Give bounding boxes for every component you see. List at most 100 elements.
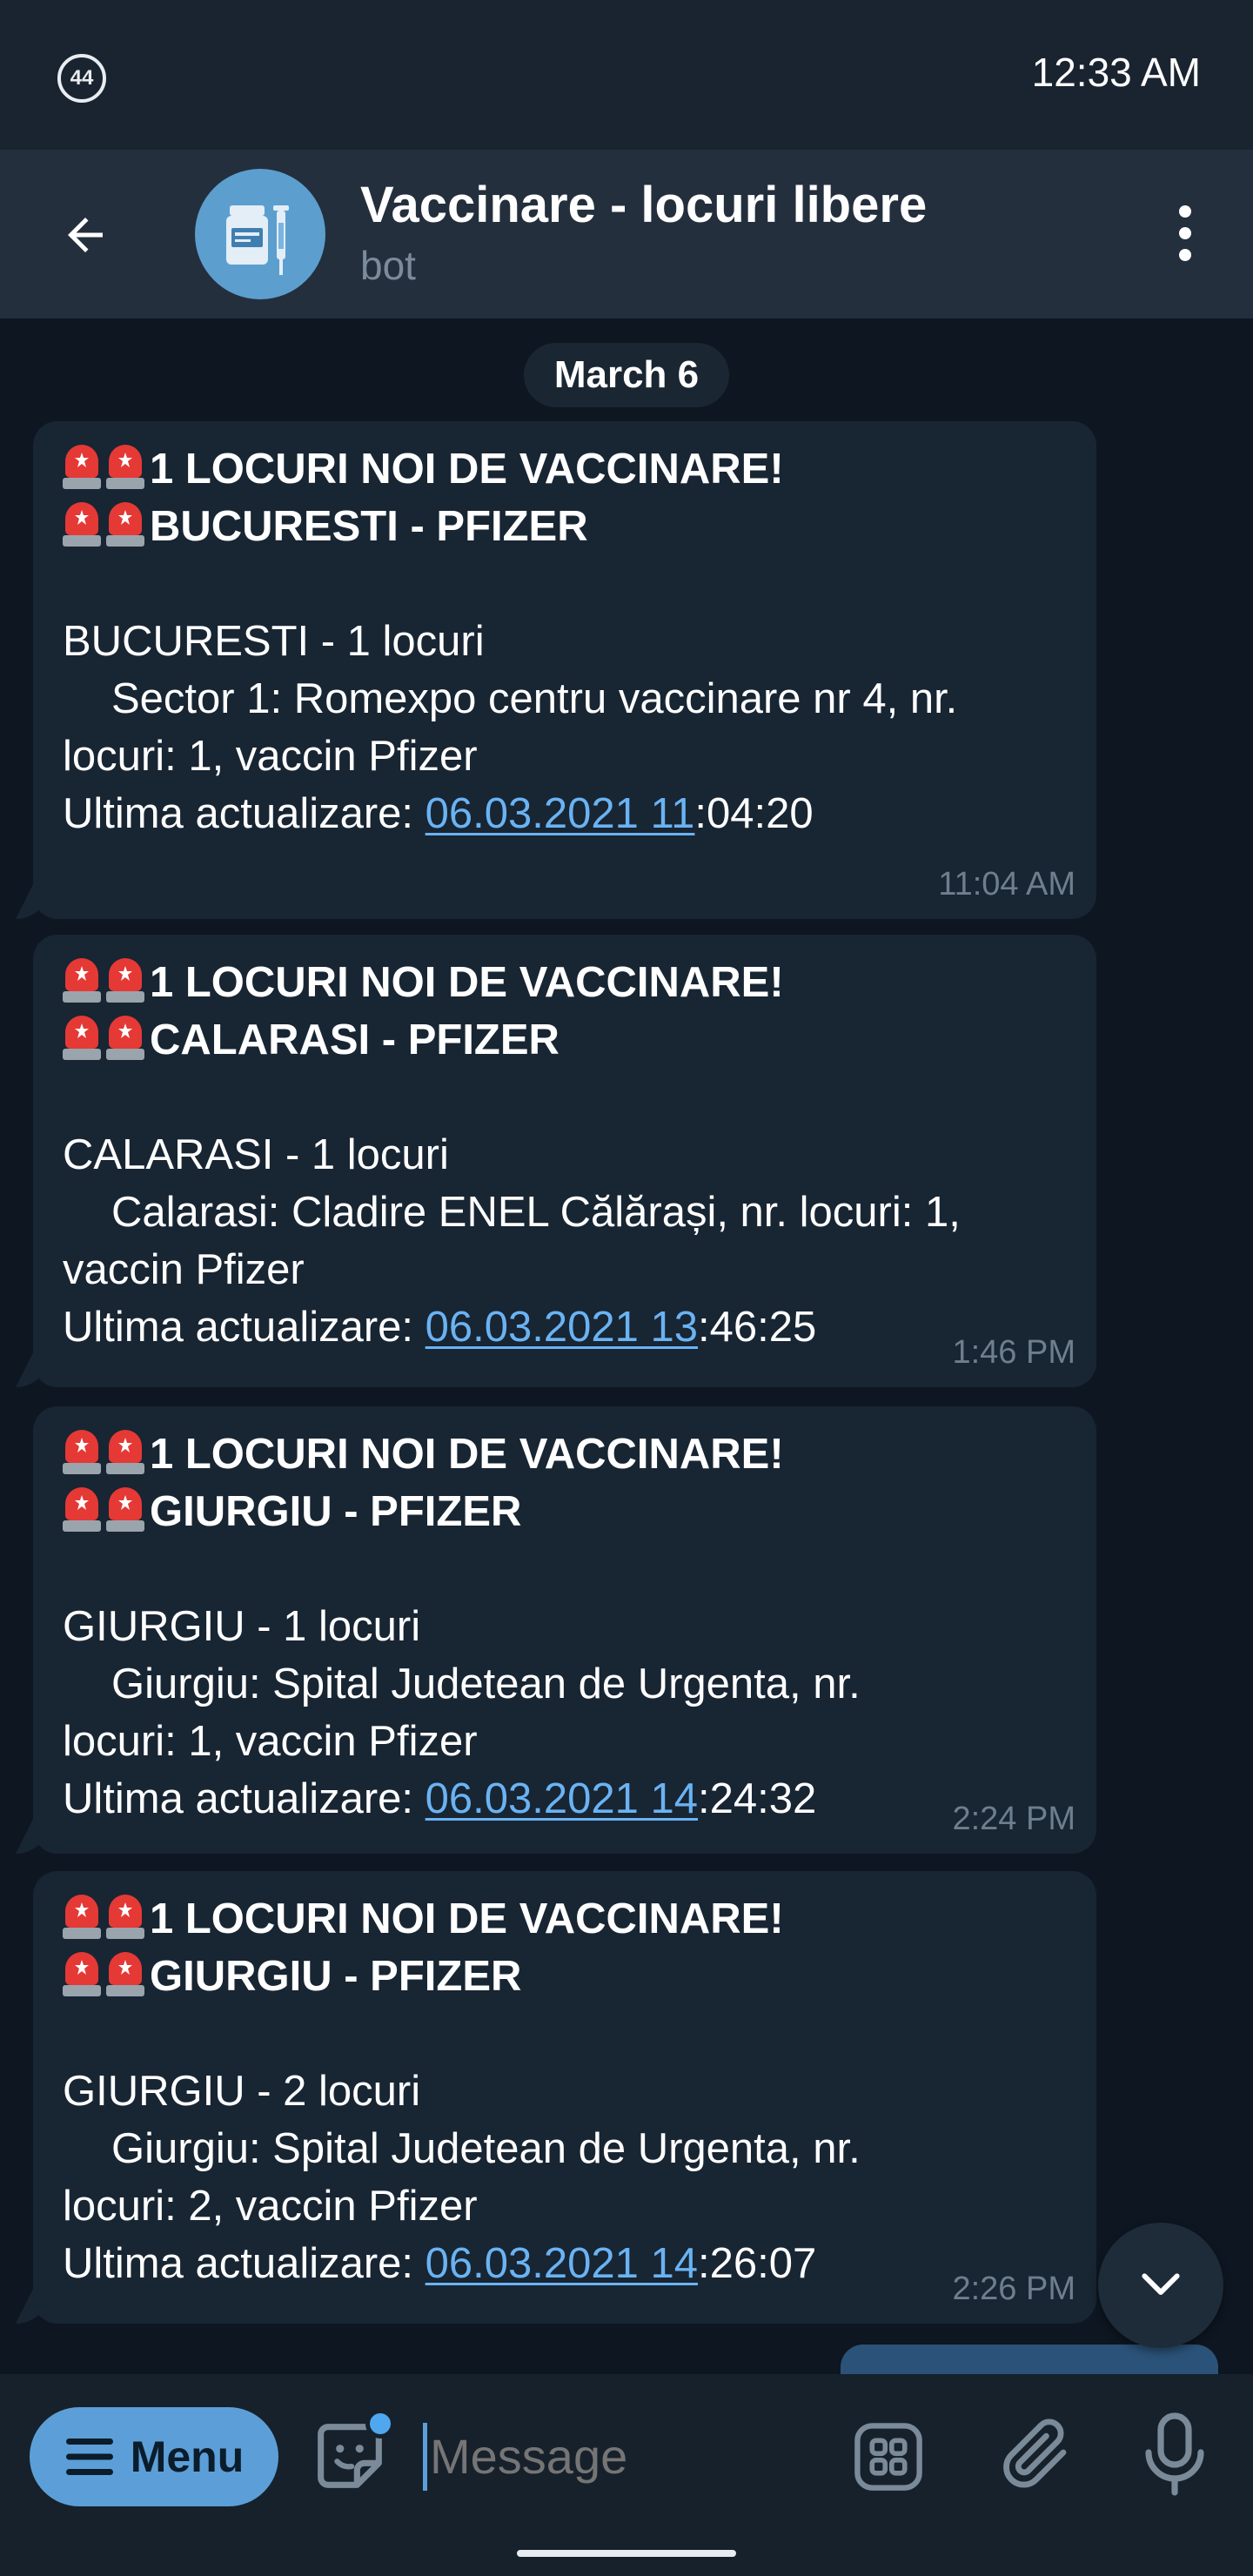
home-indicator[interactable]	[517, 2550, 736, 2557]
message-headline: 1 LOCURI NOI DE VACCINARE!	[150, 959, 784, 1006]
attach-button[interactable]	[994, 2412, 1077, 2496]
more-options-button[interactable]	[1143, 190, 1227, 277]
message-headline: 1 LOCURI NOI DE VACCINARE!	[150, 1895, 784, 1942]
dot	[1179, 249, 1191, 261]
date-link[interactable]: 06.03.2021 13	[425, 1304, 698, 1351]
updated-time: :46:25	[698, 1304, 817, 1351]
siren-emoji-icon	[106, 958, 144, 1003]
message-detail: locuri: 1, vaccin Pfizer	[63, 733, 478, 780]
message-region-line: CALARASI - PFIZER	[63, 1011, 1067, 1069]
updated-time: :04:20	[694, 790, 814, 837]
message-timestamp: 2:26 PM	[952, 2271, 1075, 2307]
message-region-line: GIURGIU - PFIZER	[63, 1483, 1067, 1540]
bot-menu-button[interactable]: Menu	[30, 2407, 278, 2506]
message-headline-line: 1 LOCURI NOI DE VACCINARE!	[63, 1890, 1067, 1948]
message-detail: locuri: 1, vaccin Pfizer	[63, 1718, 478, 1765]
message-detail: locuri: 2, vaccin Pfizer	[63, 2183, 478, 2230]
updated-time: :24:32	[698, 1775, 817, 1822]
message-headline: 1 LOCURI NOI DE VACCINARE!	[150, 1431, 784, 1478]
message-timestamp: 11:04 AM	[938, 866, 1075, 902]
text-cursor	[423, 2423, 427, 2491]
status-time: 12:33 AM	[1031, 50, 1201, 95]
chat-title[interactable]: Vaccinare - locuri libere	[360, 176, 927, 234]
vaccine-vial-icon	[226, 205, 289, 275]
siren-emoji-icon	[63, 445, 101, 490]
updated-label: Ultima actualizare:	[63, 1304, 425, 1351]
message-region: GIURGIU - PFIZER	[150, 1488, 522, 1535]
bot-commands-button[interactable]	[849, 2418, 928, 2496]
message-bubble[interactable]: 1 LOCURI NOI DE VACCINARE! GIURGIU - PFIZ…	[33, 1406, 1096, 1854]
message-detail: Sector 1: Romexpo centru vaccinare nr 4,…	[111, 675, 958, 722]
message-detail: Giurgiu: Spital Judetean de Urgenta, nr.	[111, 1660, 861, 1707]
date-link[interactable]: 06.03.2021 11	[425, 790, 695, 837]
bot-avatar[interactable]	[195, 169, 325, 299]
message-input[interactable]	[430, 2418, 813, 2496]
siren-emoji-icon	[106, 1430, 144, 1475]
chat-area[interactable]: March 6 1 LOCURI NOI DE VACCINARE! BUCURE…	[0, 319, 1253, 2374]
siren-emoji-icon	[63, 1487, 101, 1533]
message-bubble[interactable]: 1 LOCURI NOI DE VACCINARE! CALARASI - PFI…	[33, 935, 1096, 1387]
date-link[interactable]: 06.03.2021 14	[425, 2240, 698, 2287]
scroll-down-button[interactable]	[1098, 2223, 1223, 2348]
date-link[interactable]: 06.03.2021 14	[425, 1775, 698, 1822]
siren-emoji-icon	[106, 1952, 144, 1997]
siren-emoji-icon	[106, 1016, 144, 1061]
back-button[interactable]	[44, 193, 127, 277]
siren-emoji-icon	[106, 445, 144, 490]
message-detail: Calarasi: Cladire ENEL Călărași, nr. loc…	[111, 1189, 961, 1236]
chat-header: Vaccinare - locuri libere bot	[0, 150, 1253, 319]
updated-label: Ultima actualizare:	[63, 2240, 425, 2287]
date-divider: March 6	[524, 343, 729, 407]
siren-emoji-icon	[63, 1952, 101, 1997]
voice-message-button[interactable]	[1133, 2409, 1216, 2499]
hamburger-icon	[65, 2438, 113, 2475]
siren-emoji-icon	[63, 958, 101, 1003]
siren-emoji-icon	[106, 1895, 144, 1940]
message-detail: Giurgiu: Spital Judetean de Urgenta, nr.	[111, 2125, 861, 2172]
message-headline: 1 LOCURI NOI DE VACCINARE!	[150, 446, 784, 493]
message-bubble[interactable]: 1 LOCURI NOI DE VACCINARE! GIURGIU - PFIZ…	[33, 1871, 1096, 2324]
notification-count-icon: 44	[57, 54, 106, 103]
updated-label: Ultima actualizare:	[63, 790, 425, 837]
dot	[1179, 227, 1191, 239]
message-region: BUCURESTI - PFIZER	[150, 503, 588, 550]
paperclip-icon	[1003, 2418, 1067, 2488]
message-region-line: GIURGIU - PFIZER	[63, 1948, 1067, 2005]
updated-label: Ultima actualizare:	[63, 1775, 425, 1822]
message-composer: Menu	[0, 2374, 1253, 2576]
arrow-left-icon	[68, 218, 103, 252]
message-timestamp: 1:46 PM	[952, 1334, 1075, 1371]
message-summary: CALARASI - 1 locuri	[63, 1131, 449, 1178]
microphone-icon	[1145, 2412, 1204, 2496]
siren-emoji-icon	[106, 1487, 144, 1533]
siren-emoji-icon	[106, 502, 144, 547]
message-summary: GIURGIU - 1 locuri	[63, 1603, 421, 1650]
message-region-line: BUCURESTI - PFIZER	[63, 498, 1067, 555]
message-timestamp: 2:24 PM	[952, 1801, 1075, 1837]
message-updated-line: Ultima actualizare: 06.03.2021 11:04:20	[63, 785, 1067, 842]
new-stickers-badge	[365, 2409, 395, 2438]
chevron-down-icon	[1142, 2273, 1180, 2295]
message-detail: vaccin Pfizer	[63, 1246, 305, 1293]
message-region: GIURGIU - PFIZER	[150, 1953, 522, 2000]
message-updated-line: Ultima actualizare: 06.03.2021 14:26:07	[63, 2235, 1067, 2292]
chat-subtitle: bot	[360, 243, 416, 288]
siren-emoji-icon	[63, 1430, 101, 1475]
message-bubble[interactable]: 1 LOCURI NOI DE VACCINARE! BUCURESTI - PF…	[33, 421, 1096, 919]
message-summary: BUCURESTI - 1 locuri	[63, 618, 485, 665]
message-updated-line: Ultima actualizare: 06.03.2021 13:46:25	[63, 1298, 1067, 1356]
siren-emoji-icon	[63, 1016, 101, 1061]
siren-emoji-icon	[63, 1895, 101, 1940]
three-dots-vertical-icon	[1179, 205, 1191, 218]
message-headline-line: 1 LOCURI NOI DE VACCINARE!	[63, 440, 1067, 498]
status-bar: 44 12:33 AM	[0, 0, 1253, 150]
message-headline-line: 1 LOCURI NOI DE VACCINARE!	[63, 954, 1067, 1011]
message-headline-line: 1 LOCURI NOI DE VACCINARE!	[63, 1426, 1067, 1483]
grid-icon	[854, 2423, 922, 2491]
message-summary: GIURGIU - 2 locuri	[63, 2068, 421, 2115]
message-updated-line: Ultima actualizare: 06.03.2021 14:24:32	[63, 1770, 1067, 1828]
